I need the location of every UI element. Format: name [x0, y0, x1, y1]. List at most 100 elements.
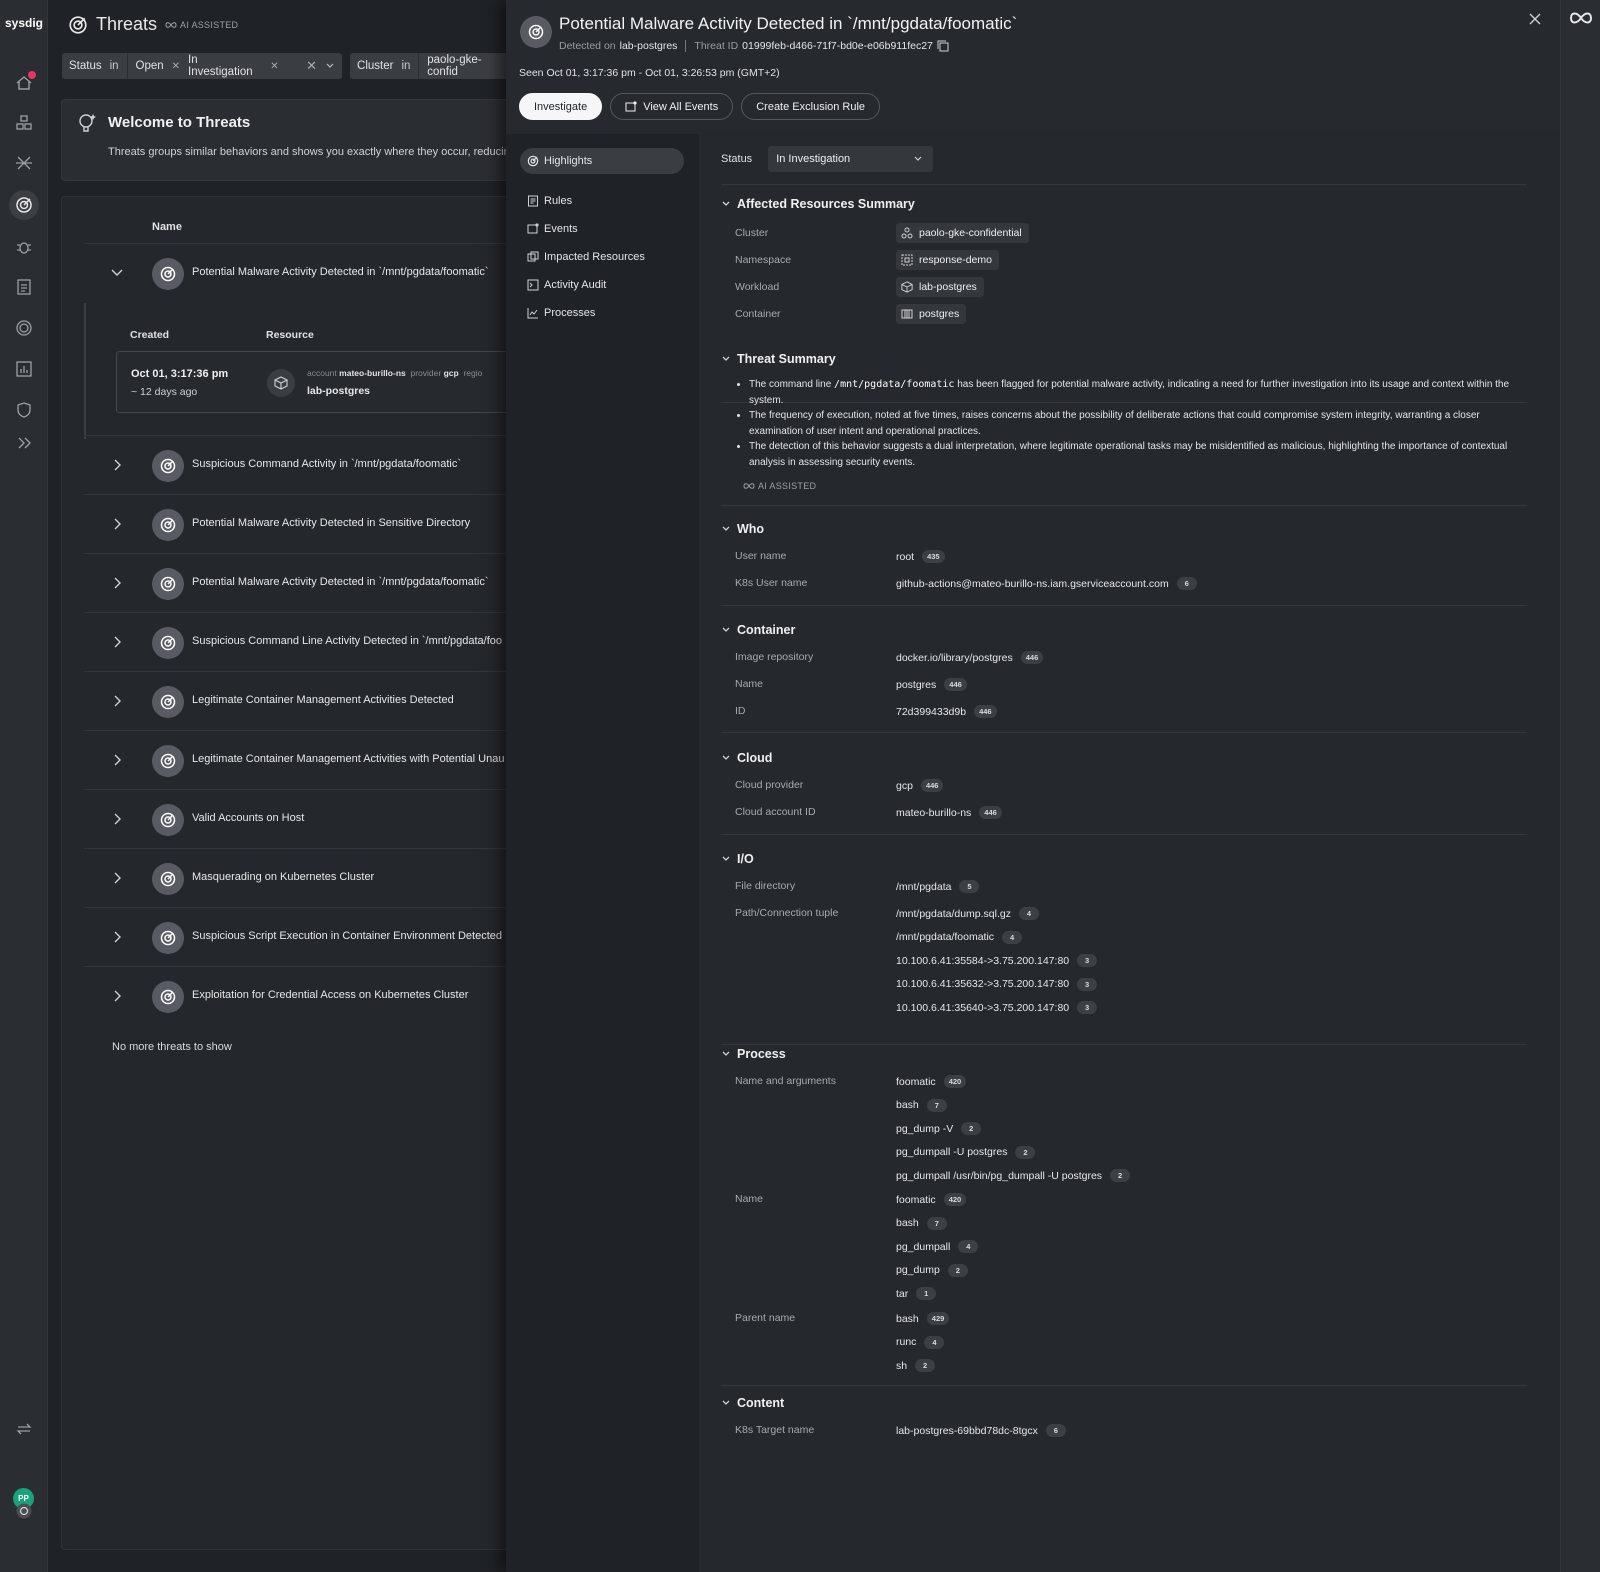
detected-on[interactable]: lab-postgres [620, 40, 678, 52]
nav-help[interactable] [9, 1496, 39, 1526]
page-header: Threats AI ASSISTED [68, 14, 238, 35]
chevron-down-icon[interactable] [325, 61, 335, 71]
count-badge: 446 [920, 779, 944, 792]
inventory-icon [15, 114, 33, 132]
namespace-chip[interactable]: response-demo [896, 250, 999, 270]
fingerprint-icon [15, 319, 33, 337]
chevron-right-icon[interactable] [110, 458, 124, 472]
nav-threats[interactable] [9, 190, 39, 220]
view-all-events-button[interactable]: View All Events [610, 93, 734, 120]
table-row[interactable]: Exploitation for Credential Access on Ku… [84, 966, 520, 1026]
nav-policies[interactable] [9, 395, 39, 425]
remove-value-icon[interactable]: ✕ [270, 61, 278, 72]
cluster-chip[interactable]: paolo-gke-confidential [896, 223, 1029, 243]
field-label: Cloud provider [735, 779, 804, 791]
investigate-button[interactable]: Investigate [519, 93, 603, 120]
table-row[interactable]: Suspicious Command Activity in `/mnt/pgd… [84, 435, 520, 495]
table-row[interactable]: Masquerading on Kubernetes Cluster [84, 848, 520, 908]
divider [721, 732, 1527, 733]
table-row[interactable]: Potential Malware Activity Detected in S… [84, 494, 520, 554]
nav-inventory[interactable] [9, 108, 39, 138]
table-row[interactable]: Valid Accounts on Host [84, 789, 520, 849]
nav-integrations[interactable] [9, 1414, 39, 1444]
line-chart-icon [527, 307, 539, 319]
created-ago: ~ 12 days ago [131, 386, 198, 398]
nav-home[interactable] [9, 68, 39, 98]
table-row[interactable]: Suspicious Script Execution in Container… [84, 907, 520, 967]
remove-value-icon[interactable]: ✕ [172, 61, 180, 72]
section-header[interactable]: I/O [721, 849, 1527, 869]
chevron-right-icon[interactable] [110, 517, 124, 531]
bug-icon [15, 238, 33, 256]
threat-name: Legitimate Container Management Activiti… [192, 694, 454, 706]
container-chip[interactable]: postgres [896, 304, 967, 324]
column-header-created: Created [130, 329, 170, 341]
help-icon [15, 1502, 33, 1520]
welcome-body: Threats groups similar behaviors and sho… [108, 146, 510, 158]
infinity-icon [743, 482, 755, 490]
chevron-right-icon[interactable] [110, 635, 124, 649]
copy-icon[interactable] [937, 40, 949, 52]
nav-posture[interactable] [9, 313, 39, 343]
sidebar-item-impacted-resources[interactable]: Impacted Resources [520, 244, 684, 270]
section-header[interactable]: Threat Summary [721, 349, 1527, 369]
chevron-down-icon[interactable] [110, 266, 124, 280]
resource-meta: account mateo-burillo-ns provider gcp re… [307, 368, 483, 378]
table-row-expanded[interactable]: Potential Malware Activity Detected in `… [84, 243, 520, 303]
chevron-right-icon[interactable] [110, 576, 124, 590]
threat-detail-drawer: Potential Malware Activity Detected in `… [506, 0, 1560, 1572]
divider [721, 605, 1527, 606]
chevron-down-icon [721, 1049, 731, 1059]
sidebar-item-rules[interactable]: Rules [520, 188, 684, 214]
chevron-right-icon[interactable] [110, 694, 124, 708]
highlights-icon [527, 155, 539, 167]
nav-vulnerabilities[interactable] [9, 232, 39, 262]
close-icon[interactable] [1528, 12, 1542, 26]
chevron-right-icon[interactable] [110, 812, 124, 826]
field-label: File directory [735, 880, 796, 892]
section-header[interactable]: Affected Resources Summary [721, 194, 1527, 214]
table-row[interactable]: Legitimate Container Management Activiti… [84, 730, 520, 790]
field-value: foomatic 420 [896, 1193, 967, 1206]
count-badge: 6 [1176, 577, 1197, 590]
section-header[interactable]: Process [721, 1044, 1527, 1064]
threat-id: 01999feb-d466-71f7-bd0e-e06b911fec27 [742, 40, 933, 52]
left-nav: sysdig PP [0, 0, 48, 1572]
sysdig-logo[interactable]: sysdig [0, 16, 48, 30]
workload-chip[interactable]: lab-postgres [896, 277, 984, 297]
nav-expand[interactable] [9, 428, 39, 458]
nav-network[interactable] [9, 148, 39, 178]
sidebar-item-processes[interactable]: Processes [520, 300, 684, 326]
column-header-name[interactable]: Name [152, 221, 182, 233]
drawer-content: Status In Investigation Affected Resourc… [699, 134, 1560, 1572]
clear-filter-icon[interactable]: ✕ [306, 58, 317, 74]
field-label: Cloud account ID [735, 806, 816, 818]
nav-compliance[interactable] [9, 272, 39, 302]
cluster-filter[interactable]: Cluster in paolo-gke-confid [350, 53, 508, 79]
section-header[interactable]: Who [721, 519, 1527, 539]
process-section: Process Name and arguments Name Parent n… [721, 1044, 1527, 1386]
table-row[interactable]: Potential Malware Activity Detected in `… [84, 553, 520, 613]
sidebar-item-highlights[interactable]: Highlights [520, 148, 684, 174]
section-header[interactable]: Container [721, 620, 1527, 640]
nav-reports[interactable] [9, 354, 39, 384]
create-exclusion-rule-button[interactable]: Create Exclusion Rule [741, 93, 881, 120]
ai-assistant-icon[interactable] [1569, 10, 1593, 26]
section-header[interactable]: Content [721, 1393, 1527, 1413]
sidebar-item-activity-audit[interactable]: Activity Audit [520, 272, 684, 298]
count-badge: 446 [974, 705, 997, 718]
sidebar-item-events[interactable]: Events [520, 216, 684, 242]
chevron-right-icon[interactable] [110, 989, 124, 1003]
chevron-right-icon[interactable] [110, 871, 124, 885]
table-row[interactable]: Legitimate Container Management Activiti… [84, 671, 520, 731]
field-value: response-demo [896, 250, 999, 270]
threat-id-label: Threat ID [694, 40, 739, 52]
status-select[interactable]: In Investigation [768, 146, 934, 172]
section-header[interactable]: Cloud [721, 748, 1527, 768]
chevron-right-icon[interactable] [110, 753, 124, 767]
chevron-right-icon[interactable] [110, 930, 124, 944]
checklist-icon [15, 278, 33, 296]
resource-card[interactable]: Oct 01, 3:17:36 pm ~ 12 days ago account… [116, 351, 520, 413]
table-row[interactable]: Suspicious Command Line Activity Detecte… [84, 612, 520, 672]
status-filter[interactable]: Status in Open ✕ In Investigation ✕ ✕ [62, 53, 343, 79]
